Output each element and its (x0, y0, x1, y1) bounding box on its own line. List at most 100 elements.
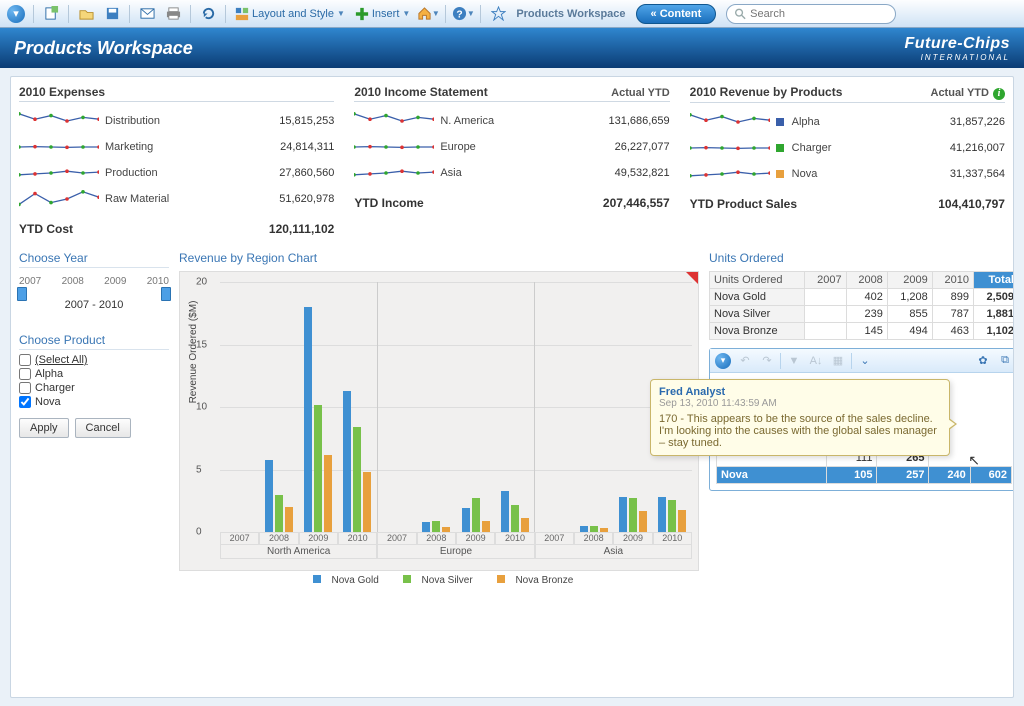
panel-menu-button[interactable]: ▾ (714, 352, 732, 370)
new-icon[interactable] (39, 3, 63, 25)
popout-icon[interactable]: ⧉ (996, 352, 1014, 370)
chart-bar[interactable] (511, 505, 519, 533)
chart-bar[interactable] (442, 527, 450, 532)
sort-icon[interactable]: A↓ (807, 352, 825, 370)
redo-icon[interactable]: ↷ (758, 352, 776, 370)
chart-bar[interactable] (580, 526, 588, 532)
cancel-button[interactable]: Cancel (75, 418, 131, 438)
separator (445, 5, 446, 23)
chart-bar[interactable] (265, 460, 273, 533)
separator (480, 5, 481, 23)
chart-bar[interactable] (600, 528, 608, 532)
gear-icon[interactable]: ✿ (974, 352, 992, 370)
kpi-row-item: N. America131,686,659 (354, 108, 669, 134)
content-button[interactable]: « Content (636, 4, 717, 24)
open-icon[interactable] (74, 3, 98, 25)
table-row[interactable]: Nova Gold4021,2088992,509 (710, 289, 1015, 306)
chart-bar[interactable] (619, 497, 627, 532)
total-value: 120,111,102 (269, 222, 334, 236)
kpi-value: 49,532,821 (516, 167, 669, 179)
product-checkbox[interactable]: Charger (19, 382, 169, 394)
table-row-selected[interactable]: Nova105257240602 (717, 467, 1012, 484)
chart-bar[interactable] (462, 508, 470, 532)
chart-legend: Nova Gold Nova Silver Nova Bronze (179, 571, 699, 590)
kpi-label: Charger (792, 142, 862, 154)
card-subtitle: Actual YTD (931, 87, 989, 99)
table-row[interactable]: Nova Silver2398557871,881 (710, 306, 1015, 323)
card-title: 2010 Income Statement (354, 85, 487, 99)
chart-bar[interactable] (285, 507, 293, 532)
panel-toolbar: ▾ ↶ ↷ ▼ A↓ ▦ ⌄ ✿ ⧉ (710, 349, 1014, 373)
home-icon[interactable]: ▼ (416, 3, 440, 25)
kpi-label: Alpha (792, 116, 862, 128)
search-box[interactable] (726, 4, 896, 24)
separator (129, 5, 130, 23)
kpi-value: 51,620,978 (181, 193, 334, 205)
select-all-checkbox[interactable]: (Select All) (19, 354, 169, 366)
undo-icon[interactable]: ↶ (736, 352, 754, 370)
refresh-icon[interactable] (196, 3, 220, 25)
insert-dropdown[interactable]: Insert ▼ (351, 3, 414, 25)
chart-bar[interactable] (658, 497, 666, 532)
apply-button[interactable]: Apply (19, 418, 69, 438)
card-title: 2010 Revenue by Products (690, 85, 843, 99)
total-value: 207,446,557 (603, 196, 670, 210)
kpi-value: 26,227,077 (516, 141, 669, 153)
chart-bar[interactable] (304, 307, 312, 532)
chart-bar[interactable] (668, 500, 676, 533)
chart-bar[interactable] (314, 405, 322, 533)
kpi-row-item: Marketing24,814,311 (19, 134, 334, 160)
separator (68, 5, 69, 23)
favorite-icon[interactable] (486, 3, 510, 25)
expand-icon[interactable]: ⌄ (856, 352, 874, 370)
table-row[interactable]: Nova Bronze1454944631,102 (710, 323, 1015, 340)
chart-bar[interactable] (482, 521, 490, 532)
range-label: 2007 - 2010 (19, 299, 169, 311)
chart-bar[interactable] (678, 510, 686, 533)
help-icon[interactable]: ?▼ (451, 3, 475, 25)
kpi-value: 131,686,659 (516, 115, 669, 127)
kpi-label: Raw Material (105, 193, 175, 205)
year-slider[interactable]: 2007 2008 2009 2010 2007 - 2010 (19, 272, 169, 315)
filter-icon[interactable]: ▼ (785, 352, 803, 370)
chart-bar[interactable] (422, 522, 430, 532)
chart-bar[interactable] (353, 427, 361, 532)
chart-bar[interactable] (590, 526, 598, 532)
product-checkbox[interactable]: Alpha (19, 368, 169, 380)
income-card: 2010 Income Statement Actual YTD N. Amer… (354, 85, 669, 236)
product-checkbox[interactable]: Nova (19, 396, 169, 408)
chart-bar[interactable] (521, 518, 529, 532)
search-input[interactable] (750, 8, 887, 20)
chart-bar[interactable] (343, 391, 351, 532)
total-label: YTD Product Sales (690, 197, 797, 211)
table-icon[interactable]: ▦ (829, 352, 847, 370)
layout-style-dropdown[interactable]: Layout and Style ▼ (231, 3, 349, 25)
page-title: Products Workspace (14, 38, 193, 59)
chart-bar[interactable] (324, 455, 332, 533)
chart-bar[interactable] (275, 495, 283, 533)
chart-bar[interactable] (363, 472, 371, 532)
kpi-value: 41,216,007 (868, 142, 1005, 154)
kpi-label: Asia (440, 167, 510, 179)
chart-bar[interactable] (639, 511, 647, 532)
units-ordered-table: Units Ordered2007200820092010Total Nova … (709, 271, 1014, 340)
kpi-row-item: Alpha31,857,226 (690, 109, 1005, 135)
print-icon[interactable] (161, 3, 185, 25)
layout-style-label: Layout and Style (252, 8, 334, 20)
kpi-row-item: Distribution15,815,253 (19, 108, 334, 134)
units-title: Units Ordered (709, 251, 1014, 267)
chart-bar[interactable] (501, 491, 509, 532)
chevron-down-icon: ▼ (337, 9, 345, 18)
chart-bar[interactable] (472, 498, 480, 532)
chart-bar[interactable] (629, 498, 637, 532)
kpi-row-item: Production27,860,560 (19, 160, 334, 186)
mail-icon[interactable] (135, 3, 159, 25)
save-icon[interactable] (100, 3, 124, 25)
chart-bar[interactable] (432, 521, 440, 532)
tooltip-message: 170 - This appears to be the source of t… (659, 413, 941, 449)
sales-success-panel: ▾ ↶ ↷ ▼ A↓ ▦ ⌄ ✿ ⧉ Sales Success by Prod… (709, 348, 1014, 491)
right-tables: Units Ordered Units Ordered2007200820092… (709, 251, 1014, 590)
info-icon[interactable]: i (993, 88, 1005, 100)
app-menu-button[interactable]: ▾ (4, 3, 28, 25)
total-value: 104,410,797 (938, 197, 1005, 211)
